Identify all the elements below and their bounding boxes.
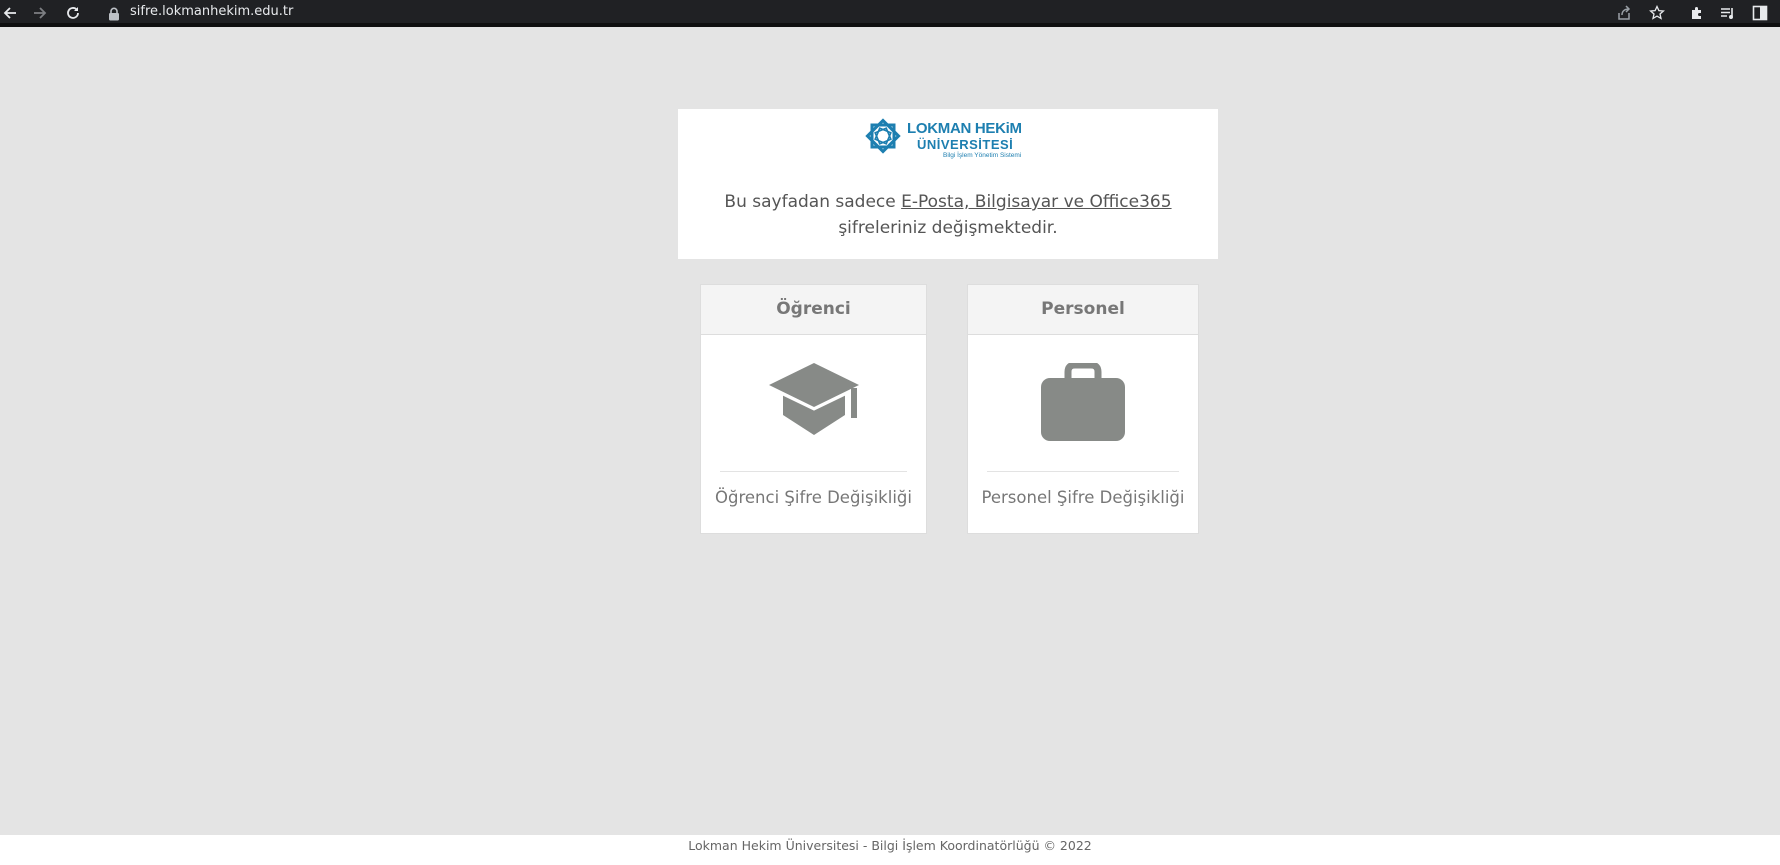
extensions-icon[interactable] <box>1687 3 1707 23</box>
logo-tagline: Bilgi İşlem Yönetim Sistemi <box>943 152 1022 159</box>
page-footer: Lokman Hekim Üniversitesi - Bilgi İşlem … <box>0 835 1780 865</box>
forward-arrow-icon[interactable] <box>30 3 50 23</box>
student-password-change-label[interactable]: Öğrenci Şifre Değişikliği <box>701 488 926 507</box>
info-text-before: Bu sayfadan sadece <box>724 192 902 212</box>
services-link[interactable]: E-Posta, Bilgisayar ve Office365 <box>901 192 1171 212</box>
university-logo: LOKMAN HEKiM ÜNİVERSİTESİ Bilgi İşlem Yö… <box>859 111 1039 161</box>
logo-subtitle: ÜNİVERSİTESİ <box>917 137 1014 152</box>
media-control-icon[interactable] <box>1718 3 1738 23</box>
lock-icon[interactable] <box>108 6 120 21</box>
star-icon[interactable] <box>1647 3 1667 23</box>
graduation-cap-icon <box>768 363 859 435</box>
staff-card[interactable]: Personel Personel Şifre Değişikliği <box>967 284 1199 534</box>
info-card: LOKMAN HEKiM ÜNİVERSİTESİ Bilgi İşlem Yö… <box>678 109 1218 259</box>
address-bar-url[interactable]: sifre.lokmanhekim.edu.tr <box>130 4 293 19</box>
reload-icon[interactable] <box>63 3 83 23</box>
side-panel-icon[interactable] <box>1750 3 1770 23</box>
footer-copyright: Lokman Hekim Üniversitesi - Bilgi İşlem … <box>688 838 1092 853</box>
card-divider <box>987 471 1179 472</box>
share-icon[interactable] <box>1614 3 1634 23</box>
student-card-title: Öğrenci <box>701 285 926 335</box>
card-divider <box>720 471 907 472</box>
logo-name: LOKMAN HEKiM <box>907 120 1022 137</box>
student-card[interactable]: Öğrenci Öğrenci Şifre Değişikliği <box>700 284 927 534</box>
staff-card-title: Personel <box>968 285 1198 335</box>
staff-password-change-label[interactable]: Personel Şifre Değişikliği <box>968 488 1198 507</box>
briefcase-icon <box>1041 363 1125 441</box>
back-arrow-icon[interactable] <box>0 3 20 23</box>
browser-toolbar: sifre.lokmanhekim.edu.tr <box>0 0 1780 27</box>
info-text-after: şifreleriniz değişmektedir. <box>838 218 1058 238</box>
university-emblem-icon <box>865 118 901 154</box>
info-message: Bu sayfadan sadece E-Posta, Bilgisayar v… <box>678 189 1218 241</box>
